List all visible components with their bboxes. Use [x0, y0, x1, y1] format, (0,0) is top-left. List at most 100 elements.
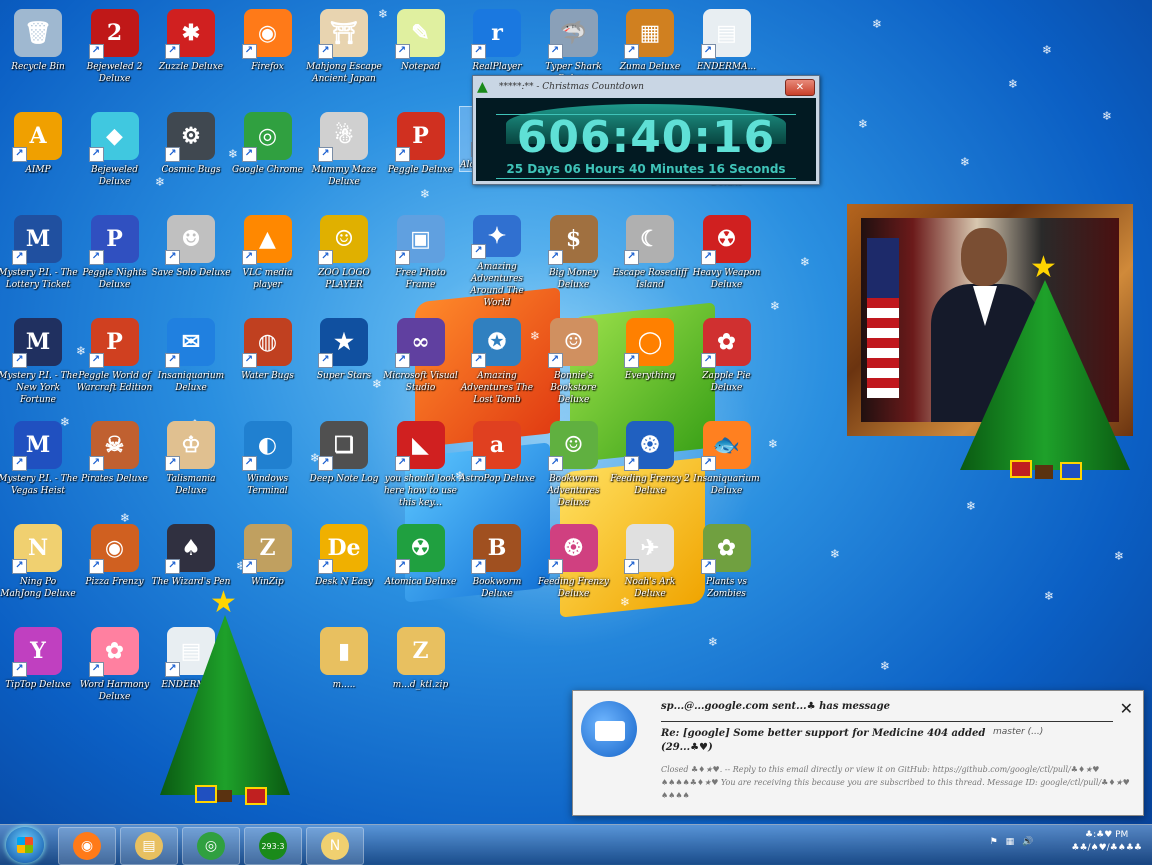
desktop-icon[interactable]: ☢ ↗ Heavy Weapon Deluxe — [689, 209, 765, 309]
desktop-icon[interactable]: ☺ ↗ Bookworm Adventures Deluxe — [536, 415, 612, 515]
desktop-icon[interactable]: ◎ ↗ Google Chrome — [230, 106, 306, 206]
desktop-icon-label: Recycle Bin — [11, 62, 65, 72]
desktop-icon[interactable]: M ↗ Mystery P.I. - The Lottery Ticket — [0, 209, 78, 309]
shortcut-arrow-icon: ↗ — [394, 147, 410, 162]
desktop-icon[interactable]: Y ↗ TipTop Deluxe — [0, 621, 76, 721]
desktop-icon[interactable]: ❂ ↗ Feeding Frenzy 2 Deluxe — [610, 415, 690, 515]
taskbar-button-ning-po[interactable]: N — [306, 827, 364, 865]
thunderbird-icon — [581, 701, 637, 757]
desktop-icon[interactable]: 2 ↗ Bejeweled 2 Deluxe — [77, 3, 153, 103]
app-icon: ❂ ↗ — [547, 524, 598, 574]
desktop-icon[interactable]: M ↗ Mystery P.I. - The Vegas Heist — [0, 415, 78, 515]
desktop-icon[interactable]: ✎ ↗ Notepad — [383, 3, 459, 103]
desktop-icon-label: you should look here how to use this key… — [383, 474, 458, 508]
snowflake-icon: ❄ — [1102, 109, 1113, 123]
desktop-icon[interactable]: ◉ ↗ Pizza Frenzy — [77, 518, 153, 618]
desktop-icon[interactable]: ◐ ↗ Windows Terminal — [230, 415, 306, 515]
countdown-close-button[interactable]: ✕ — [785, 79, 815, 96]
desktop-icon[interactable]: De ↗ Desk N Easy — [306, 518, 382, 618]
desktop-icon[interactable]: ⚙ ↗ Cosmic Bugs — [153, 106, 229, 206]
clock-time: ♣:♣♥ PM — [1085, 830, 1129, 840]
desktop-icon-label: Big Money Deluxe — [549, 268, 598, 290]
shortcut-arrow-icon: ↗ — [394, 44, 410, 59]
flag-icon[interactable]: ⚑ — [990, 837, 998, 847]
desktop-icon[interactable]: ☠ ↗ Pirates Deluxe — [77, 415, 153, 515]
desktop-icon-label: Escape Rosecliff Island — [612, 268, 688, 290]
desktop-icon[interactable]: B ↗ Bookworm Deluxe — [459, 518, 535, 618]
desktop-icon[interactable]: ◍ ↗ Water Bugs — [230, 312, 306, 412]
taskbar-button-explorer[interactable]: ▤ — [120, 827, 178, 865]
desktop-icon[interactable]: ☾ ↗ Escape Rosecliff Island — [612, 209, 688, 309]
desktop-icon[interactable]: ☺ ↗ ZOO LOGO PLAYER — [306, 209, 382, 309]
desktop-icon[interactable]: a ↗ AstroPop Deluxe — [459, 415, 535, 515]
app-icon: ☺ ↗ — [318, 215, 368, 265]
desktop-icon-label: Bookworm Deluxe — [472, 577, 522, 599]
notification-close-button[interactable]: ✕ — [1120, 699, 1133, 718]
shortcut-arrow-icon: ↗ — [88, 250, 104, 265]
desktop-icon-label: Water Bugs — [241, 371, 294, 381]
desktop-icon[interactable]: 🐟 ↗ Insaniquarium Deluxe — [689, 415, 765, 515]
app-icon: ☠ ↗ — [88, 421, 139, 471]
app-icon: ☺ ↗ — [547, 421, 598, 471]
desktop-icon[interactable]: ☢ ↗ Atomica Deluxe — [383, 518, 459, 618]
taskbar-button-firefox[interactable]: ◉ — [58, 827, 116, 865]
desktop-icon[interactable]: 🗑 Recycle Bin — [0, 3, 76, 103]
desktop-icon[interactable]: ▮ m..... — [306, 621, 382, 721]
desktop-icon[interactable]: N ↗ Ning Po MahJong Deluxe — [0, 518, 76, 618]
desktop-icon[interactable]: ✱ ↗ Zuzzle Deluxe — [153, 3, 229, 103]
countdown-display: 606:40:16 25 Days 06 Hours 40 Minutes 16… — [476, 98, 816, 181]
desktop-icon[interactable]: ◉ ↗ Firefox — [230, 3, 306, 103]
desktop-icon[interactable]: ✿ ↗ Plants vs Zombies — [689, 518, 765, 618]
app-icon: ✱ ↗ — [165, 9, 215, 59]
desktop-icon[interactable]: $ ↗ Big Money Deluxe — [536, 209, 612, 309]
desktop-icon[interactable]: P ↗ Peggle World of Warcraft Edition — [77, 312, 153, 412]
desktop-icon[interactable]: ✪ ↗ Amazing Adventures The Lost Tomb — [459, 312, 535, 412]
chrome-icon: ◎ — [197, 832, 225, 860]
desktop-icon[interactable]: ✈ ↗ Noah's Ark Deluxe — [612, 518, 688, 618]
shortcut-arrow-icon: ↗ — [88, 559, 104, 574]
app-icon: ✿ ↗ — [700, 318, 751, 368]
desktop-icon[interactable]: ☃ ↗ Mummy Maze Deluxe — [306, 106, 382, 206]
app-icon: ◍ ↗ — [241, 318, 292, 368]
desktop-icon[interactable]: ▲ ↗ VLC media player — [230, 209, 306, 309]
desktop-icon[interactable]: ∞ ↗ Microsoft Visual Studio — [383, 312, 459, 412]
desktop-icon[interactable]: ★ ↗ Super Stars — [306, 312, 382, 412]
thunderbird-notification[interactable]: sp...@...google.com sent...♣ has message… — [572, 690, 1144, 816]
desktop-icon[interactable]: A ↗ AIMP — [0, 106, 76, 206]
app-icon: P ↗ — [394, 112, 445, 162]
shortcut-arrow-icon: ↗ — [88, 662, 104, 677]
shortcut-arrow-icon: ↗ — [12, 456, 27, 471]
shortcut-arrow-icon: ↗ — [624, 353, 639, 368]
snowflake-icon: ❄ — [966, 499, 977, 513]
shortcut-arrow-icon: ↗ — [12, 662, 27, 677]
volume-icon[interactable]: 🔊 — [1022, 837, 1033, 847]
desktop-icon[interactable]: ☺ ↗ Bonnie's Bookstore Deluxe — [536, 312, 612, 412]
desktop-icon[interactable]: ♔ ↗ Talismania Deluxe — [153, 415, 229, 515]
desktop-icon[interactable]: ◆ ↗ Bejeweled Deluxe — [77, 106, 153, 206]
christmas-tree-left: ★ — [150, 585, 300, 815]
start-button[interactable] — [6, 827, 44, 863]
desktop-icon[interactable]: ❏ ↗ Deep Note Log — [306, 415, 382, 515]
desktop-icon[interactable]: ◯ ↗ Everything — [612, 312, 688, 412]
network-icon[interactable]: ▦ — [1006, 837, 1015, 847]
desktop-icon[interactable]: P ↗ Peggle Deluxe — [383, 106, 459, 206]
desktop-icon[interactable]: ◣ ↗ you should look here how to use this k… — [383, 415, 459, 515]
countdown-window[interactable]: ▲ *****:** - Christmas Countdown ✕ 606:4… — [472, 75, 820, 185]
clock[interactable]: ♣:♣♥ PM ♣♣/♠♥/♣♠♣♣ — [1071, 829, 1142, 855]
desktop-icon[interactable]: ✿ ↗ Zapple Pie Deluxe — [689, 312, 765, 412]
desktop-icon-label: TipTop Deluxe — [5, 680, 71, 690]
desktop-icon[interactable]: ✿ ↗ Word Harmony Deluxe — [77, 621, 153, 721]
desktop-icon[interactable]: ✦ ↗ Amazing Adventures Around The World — [459, 209, 535, 309]
desktop-icon[interactable]: ▣ ↗ Free Photo Frame — [383, 209, 459, 309]
desktop-icon[interactable]: ❂ ↗ Feeding Frenzy Deluxe — [536, 518, 612, 618]
desktop-icon[interactable]: P ↗ Peggle Nights Deluxe — [77, 209, 153, 309]
desktop-icon[interactable]: ✉ ↗ Insaniquarium Deluxe — [153, 312, 229, 412]
desktop-icon[interactable]: M ↗ Mystery P.I. - The New York Fortune — [0, 312, 78, 412]
desktop-icon[interactable]: Zm...d_ktl.zip — [383, 621, 459, 721]
desktop-icon[interactable]: ⛩ ↗ Mahjong Escape Ancient Japan — [306, 3, 382, 103]
taskbar-button-chrome[interactable]: ◎ — [182, 827, 240, 865]
desktop-icon[interactable]: ☻ ↗ Save Solo Deluxe — [151, 209, 231, 309]
shortcut-arrow-icon: ↗ — [241, 44, 257, 59]
taskbar-button-countdown[interactable]: 293:3 — [244, 827, 302, 865]
countdown-titlebar[interactable]: ▲ *****:** - Christmas Countdown — [473, 76, 819, 98]
